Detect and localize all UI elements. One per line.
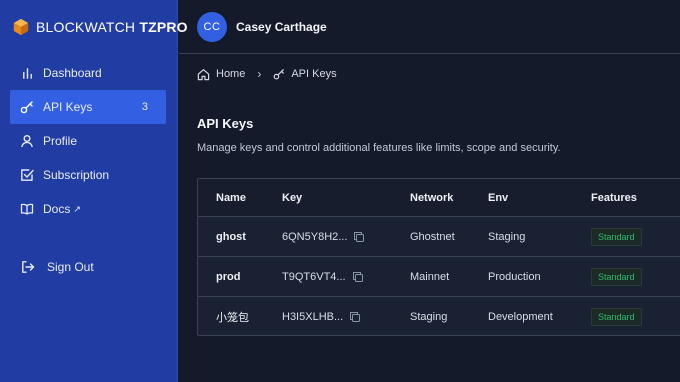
sidebar-item-label: Profile xyxy=(43,134,78,148)
feature-pill: Standard xyxy=(591,267,642,286)
key-env: Production xyxy=(488,270,541,283)
feature-badge: Standard xyxy=(591,308,642,326)
brand[interactable]: BLOCKWATCH TZPRO xyxy=(12,17,188,37)
sidebar-item-label: Docs xyxy=(43,202,71,216)
user-icon xyxy=(20,134,34,148)
sidebar-nav: Dashboard API Keys 3 Profile Subscriptio… xyxy=(10,56,166,284)
feature-pill: Standard xyxy=(591,308,642,326)
breadcrumb-current: API Keys xyxy=(291,68,337,80)
top-bar: CC Casey Carthage xyxy=(179,0,680,54)
key-value: 6QN5Y8H2... xyxy=(282,231,365,243)
key-env: Staging xyxy=(488,230,526,243)
column-header-env[interactable]: Env xyxy=(488,192,508,204)
home-icon xyxy=(197,68,210,81)
copy-icon[interactable] xyxy=(349,311,361,323)
column-header-features[interactable]: Features xyxy=(591,192,637,204)
key-value: H3I5XLHB... xyxy=(282,311,361,323)
key-network: Staging xyxy=(410,311,448,323)
key-network: Mainnet xyxy=(410,270,450,283)
sidebar-item-subscription[interactable]: Subscription xyxy=(10,158,166,192)
external-link-icon: ↗ xyxy=(73,203,81,214)
key-network: Ghostnet xyxy=(410,230,455,243)
cube-logo-icon xyxy=(13,18,29,36)
chevron-right-icon: › xyxy=(257,67,262,81)
checkbox-icon xyxy=(20,168,34,182)
table-row[interactable]: ghost 6QN5Y8H2... Ghostnet Staging Stand… xyxy=(198,217,680,257)
key-text: 6QN5Y8H2... xyxy=(282,230,348,243)
sidebar-item-sign-out[interactable]: Sign Out xyxy=(10,250,166,284)
sidebar-item-api-keys[interactable]: API Keys 3 xyxy=(10,90,166,124)
feature-badge: Standard xyxy=(591,267,642,286)
sidebar-item-docs[interactable]: Docs ↗ xyxy=(10,192,166,226)
brand-name-thin: BLOCKWATCH xyxy=(36,19,136,35)
bar-chart-icon xyxy=(20,66,34,80)
column-header-network[interactable]: Network xyxy=(410,192,453,204)
key-env: Development xyxy=(488,311,553,323)
page-subtitle: Manage keys and control additional featu… xyxy=(197,142,561,154)
key-name: 小笼包 xyxy=(216,312,249,324)
copy-icon[interactable] xyxy=(352,271,364,283)
breadcrumb-home[interactable]: Home xyxy=(216,68,245,80)
column-header-key[interactable]: Key xyxy=(282,192,302,204)
breadcrumb: Home › API Keys xyxy=(197,66,337,82)
sidebar-item-label: Subscription xyxy=(43,168,110,182)
user-name[interactable]: Casey Carthage xyxy=(236,20,327,34)
book-icon xyxy=(20,202,34,216)
key-value: T9QT6VT4... xyxy=(282,271,364,283)
sidebar-item-profile[interactable]: Profile xyxy=(10,124,166,158)
feature-badge: Standard xyxy=(591,227,642,246)
sidebar-item-label: Sign Out xyxy=(47,260,94,274)
key-name: ghost xyxy=(216,230,246,243)
key-text: H3I5XLHB... xyxy=(282,311,344,323)
sidebar: BLOCKWATCH TZPRO Dashboard API Keys 3 Pr… xyxy=(0,0,188,382)
key-icon xyxy=(273,68,285,80)
brand-name: BLOCKWATCH TZPRO xyxy=(36,19,188,35)
sidebar-item-dashboard[interactable]: Dashboard xyxy=(10,56,166,90)
table-row[interactable]: prod T9QT6VT4... Mainnet Production Stan… xyxy=(198,257,680,297)
key-text: T9QT6VT4... xyxy=(282,270,346,283)
sidebar-item-label: API Keys xyxy=(43,100,93,114)
feature-pill: Standard xyxy=(591,227,642,246)
table-row[interactable]: 小笼包 H3I5XLHB... Staging Development Stan… xyxy=(198,297,680,335)
sidebar-item-label: Dashboard xyxy=(43,66,102,80)
count-badge: 3 xyxy=(141,101,148,113)
key-name: prod xyxy=(216,270,241,283)
copy-icon[interactable] xyxy=(353,231,365,243)
page-title: API Keys xyxy=(197,116,254,131)
sign-out-icon xyxy=(21,260,35,274)
api-keys-table: Name Key Network Env Features ghost 6QN5… xyxy=(197,178,680,336)
table-header: Name Key Network Env Features xyxy=(198,179,680,217)
column-header-name[interactable]: Name xyxy=(216,192,246,204)
avatar[interactable]: CC xyxy=(197,12,227,42)
key-icon xyxy=(20,100,34,114)
